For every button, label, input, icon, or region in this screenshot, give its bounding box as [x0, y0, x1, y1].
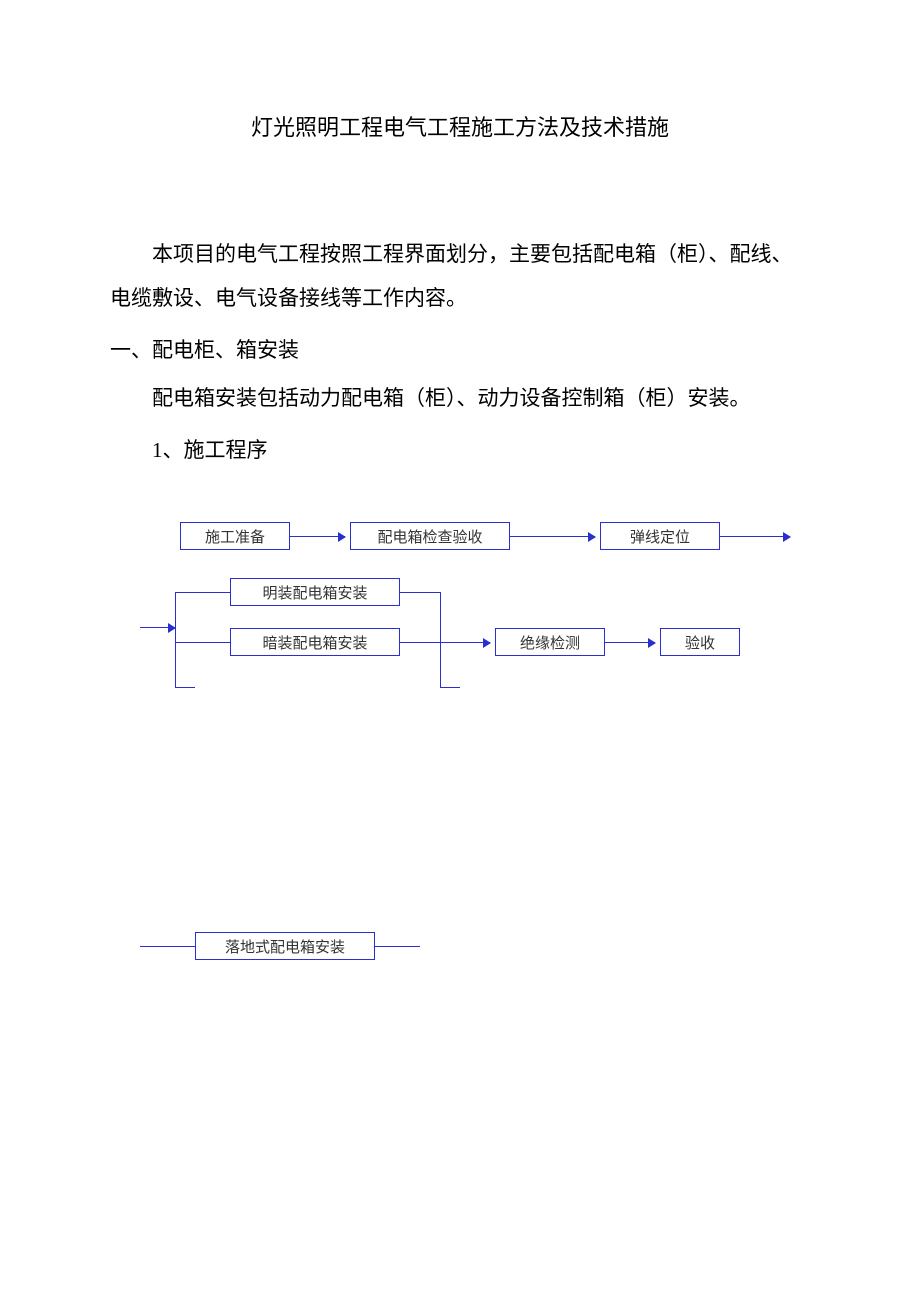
flow-line [400, 642, 440, 643]
flow-line [175, 592, 230, 593]
arrow-icon [605, 642, 655, 643]
flow-line [175, 592, 176, 687]
flow-line [440, 687, 460, 688]
flow-line [440, 592, 441, 687]
section-heading-1: 一、配电柜、箱安装 [110, 328, 810, 372]
arrow-icon [290, 536, 345, 537]
flow-line [400, 592, 440, 593]
flow-box-position: 弹线定位 [600, 522, 720, 550]
item-1-label: 1、施工程序 [110, 428, 810, 472]
flow-line [140, 946, 195, 947]
flow-line [175, 687, 195, 688]
section-body-1: 配电箱安装包括动力配电箱（柜）、动力设备控制箱（柜）安装。 [110, 376, 810, 420]
intro-paragraph: 本项目的电气工程按照工程界面划分，主要包括配电箱（柜）、配线、电缆敷设、电气设备… [110, 232, 810, 320]
flow-box-accept: 验收 [660, 628, 740, 656]
flow-box-surface-install: 明装配电箱安装 [230, 578, 400, 606]
arrow-icon [510, 536, 595, 537]
flow-box-insulation: 绝缘检测 [495, 628, 605, 656]
arrow-icon [720, 536, 790, 537]
arrow-icon [440, 642, 490, 643]
flow-box-prep: 施工准备 [180, 522, 290, 550]
flow-line [375, 946, 420, 947]
document-page: 灯光照明工程电气工程施工方法及技术措施 本项目的电气工程按照工程界面划分，主要包… [0, 0, 920, 1042]
page-title: 灯光照明工程电气工程施工方法及技术措施 [110, 110, 810, 142]
flowchart-detached: 落地式配电箱安装 [160, 932, 460, 982]
flow-box-inspect: 配电箱检查验收 [350, 522, 510, 550]
flow-box-concealed-install: 暗装配电箱安装 [230, 628, 400, 656]
flowchart-main: 施工准备 配电箱检查验收 弹线定位 明装配电箱安装 暗装配电箱安装 绝缘检测 验… [160, 522, 840, 842]
arrow-icon [140, 627, 175, 628]
flow-box-floor-install: 落地式配电箱安装 [195, 932, 375, 960]
flow-line [175, 642, 230, 643]
